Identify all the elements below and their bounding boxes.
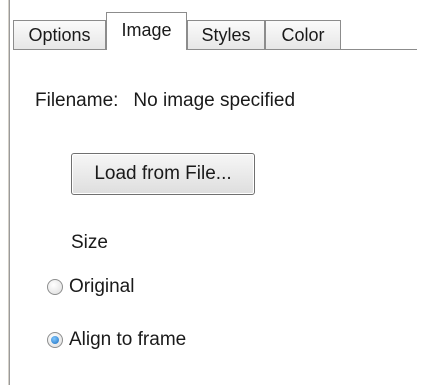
image-properties-dialog: Options Image Styles Color Filename: No i…: [0, 0, 428, 385]
tab-image[interactable]: Image: [106, 12, 187, 50]
window-edge: [7, 0, 10, 385]
size-option-align-to-frame[interactable]: Align to frame: [47, 329, 186, 351]
size-option-original-label: Original: [69, 276, 135, 297]
filename-label: Filename:: [35, 90, 119, 111]
radio-original[interactable]: [47, 279, 63, 295]
tab-color-label: Color: [281, 25, 325, 45]
load-from-file-button[interactable]: Load from File...: [71, 153, 255, 195]
size-option-original[interactable]: Original: [47, 276, 134, 298]
radio-align-to-frame[interactable]: [47, 332, 63, 348]
tab-strip: Options Image Styles Color: [13, 12, 417, 50]
tab-options[interactable]: Options: [13, 20, 106, 50]
tab-color[interactable]: Color: [265, 20, 341, 50]
tab-strip-divider: [13, 49, 417, 50]
tab-image-label: Image: [121, 20, 172, 40]
filename-row: Filename: No image specified: [35, 90, 295, 112]
size-option-align-to-frame-label: Align to frame: [69, 329, 187, 350]
filename-value: No image specified: [133, 90, 296, 111]
size-group-label: Size: [71, 232, 108, 253]
tab-styles[interactable]: Styles: [187, 20, 265, 50]
tab-options-label: Options: [28, 25, 91, 45]
tab-styles-label: Styles: [201, 25, 251, 45]
